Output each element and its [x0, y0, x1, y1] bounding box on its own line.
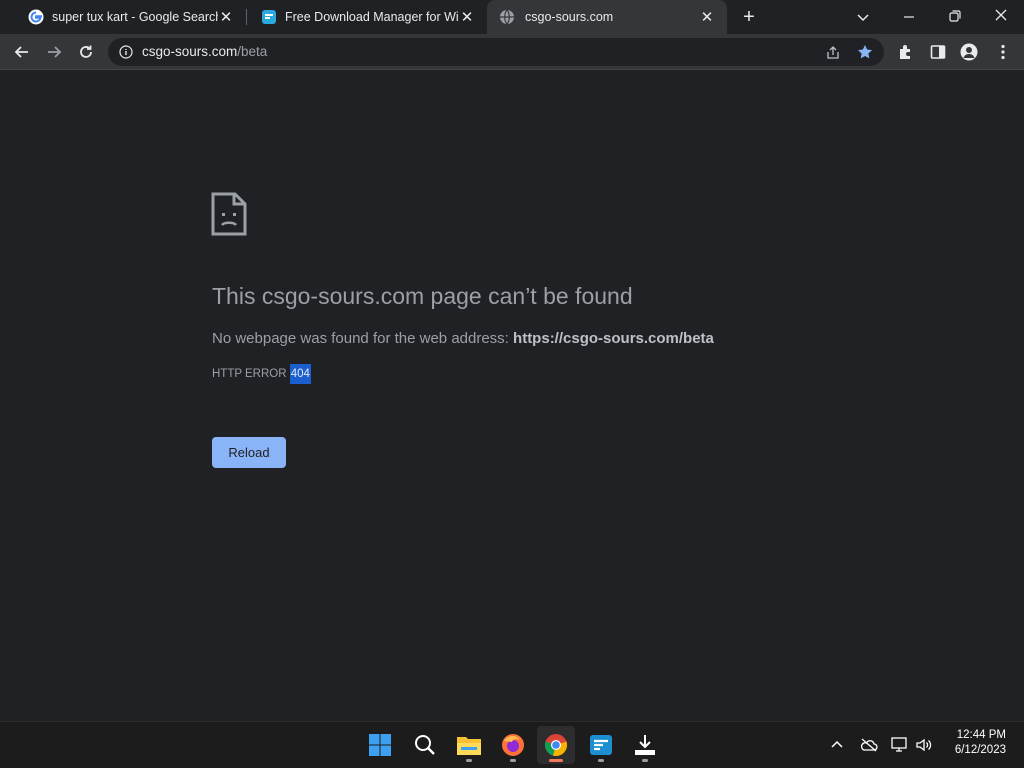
tab-title: csgo-sours.com: [525, 10, 614, 24]
close-icon[interactable]: ✕: [218, 9, 234, 26]
tab-strip: super tux kart - Google Search ✕ Free Do…: [0, 0, 1024, 34]
clock-date: 6/12/2023: [954, 744, 1006, 756]
close-window-icon[interactable]: [994, 8, 1008, 22]
error-code-prefix: HTTP ERROR: [212, 368, 290, 380]
error-heading: This csgo-sours.com page can’t be found: [212, 283, 633, 309]
taskbar-firefox[interactable]: [494, 726, 532, 764]
url-host: csgo-sours.com: [142, 44, 238, 59]
chrome-icon: [544, 734, 568, 757]
error-code-number: 404: [289, 364, 311, 384]
reload-button[interactable]: Reload: [212, 437, 286, 468]
extensions-icon[interactable]: [897, 43, 915, 61]
url-path: /beta: [237, 44, 268, 59]
error-description: No webpage was found for the web address…: [212, 330, 714, 347]
system-clock[interactable]: 12:44 PM 6/12/2023: [955, 728, 1006, 758]
share-icon[interactable]: [825, 45, 841, 61]
network-icon[interactable]: [891, 736, 909, 754]
forward-button[interactable]: [40, 38, 68, 66]
error-code: HTTP ERROR 404: [212, 364, 311, 384]
refresh-icon: [80, 45, 92, 58]
fdm-taskbar-icon: [590, 735, 612, 755]
address-bar[interactable]: csgo-sours.com/beta: [108, 38, 884, 66]
tab-google-search[interactable]: super tux kart - Google Search ✕: [8, 0, 246, 34]
clock-time: 12:44 PM: [956, 729, 1006, 741]
chevron-down-icon[interactable]: [856, 10, 870, 24]
taskbar-file-explorer[interactable]: [450, 726, 488, 764]
taskbar-chrome[interactable]: [537, 726, 575, 764]
active-indicator: [549, 759, 563, 762]
minimize-icon[interactable]: [902, 10, 916, 24]
tab-free-download-manager[interactable]: Free Download Manager for Windows ✕: [247, 0, 487, 34]
taskbar-downloads[interactable]: [626, 726, 664, 764]
taskbar: 12:44 PM 6/12/2023: [0, 721, 1024, 768]
file-explorer-icon: [457, 737, 481, 755]
page-content: This csgo-sours.com page can’t be found …: [0, 71, 1024, 721]
side-panel-icon[interactable]: [929, 43, 947, 61]
firefox-icon: [502, 734, 524, 756]
error-url: https://csgo-sours.com/beta: [513, 330, 714, 347]
tab-csgo-sours[interactable]: csgo-sours.com ✕: [487, 0, 727, 34]
browser-toolbar: csgo-sours.com/beta: [0, 34, 1024, 70]
volume-icon[interactable]: [915, 736, 933, 754]
new-tab-button[interactable]: +: [738, 6, 760, 28]
fdm-icon: [262, 10, 276, 24]
profile-icon[interactable]: [960, 43, 978, 61]
bookmark-star-icon[interactable]: [857, 44, 873, 60]
more-menu-icon[interactable]: [995, 43, 1011, 61]
start-button[interactable]: [361, 726, 399, 764]
tab-title: super tux kart - Google Search: [52, 10, 218, 24]
taskbar-search-button[interactable]: [406, 726, 444, 764]
arrow-right-icon: [48, 46, 62, 58]
chevron-up-icon[interactable]: [830, 738, 844, 752]
running-indicator: [598, 759, 604, 762]
running-indicator: [466, 759, 472, 762]
url-text[interactable]: csgo-sours.com/beta: [142, 44, 267, 59]
info-icon[interactable]: [119, 45, 133, 59]
restore-icon[interactable]: [948, 9, 962, 23]
search-icon: [415, 735, 435, 755]
error-description-text: No webpage was found for the web address…: [212, 330, 514, 347]
windows-start-icon: [369, 734, 391, 756]
download-icon: [635, 735, 655, 755]
running-indicator: [510, 759, 516, 762]
onedrive-offline-icon[interactable]: [860, 737, 878, 753]
back-button[interactable]: [8, 38, 36, 66]
reload-toolbar-button[interactable]: [72, 38, 100, 66]
close-icon[interactable]: ✕: [699, 9, 715, 26]
globe-icon: [500, 9, 514, 25]
tab-title: Free Download Manager for Windows: [285, 10, 459, 24]
running-indicator: [642, 759, 648, 762]
google-icon: [28, 9, 44, 25]
arrow-left-icon: [14, 46, 28, 58]
taskbar-free-download-manager[interactable]: [582, 726, 620, 764]
sad-page-icon: [211, 192, 247, 236]
close-icon[interactable]: ✕: [459, 9, 475, 26]
